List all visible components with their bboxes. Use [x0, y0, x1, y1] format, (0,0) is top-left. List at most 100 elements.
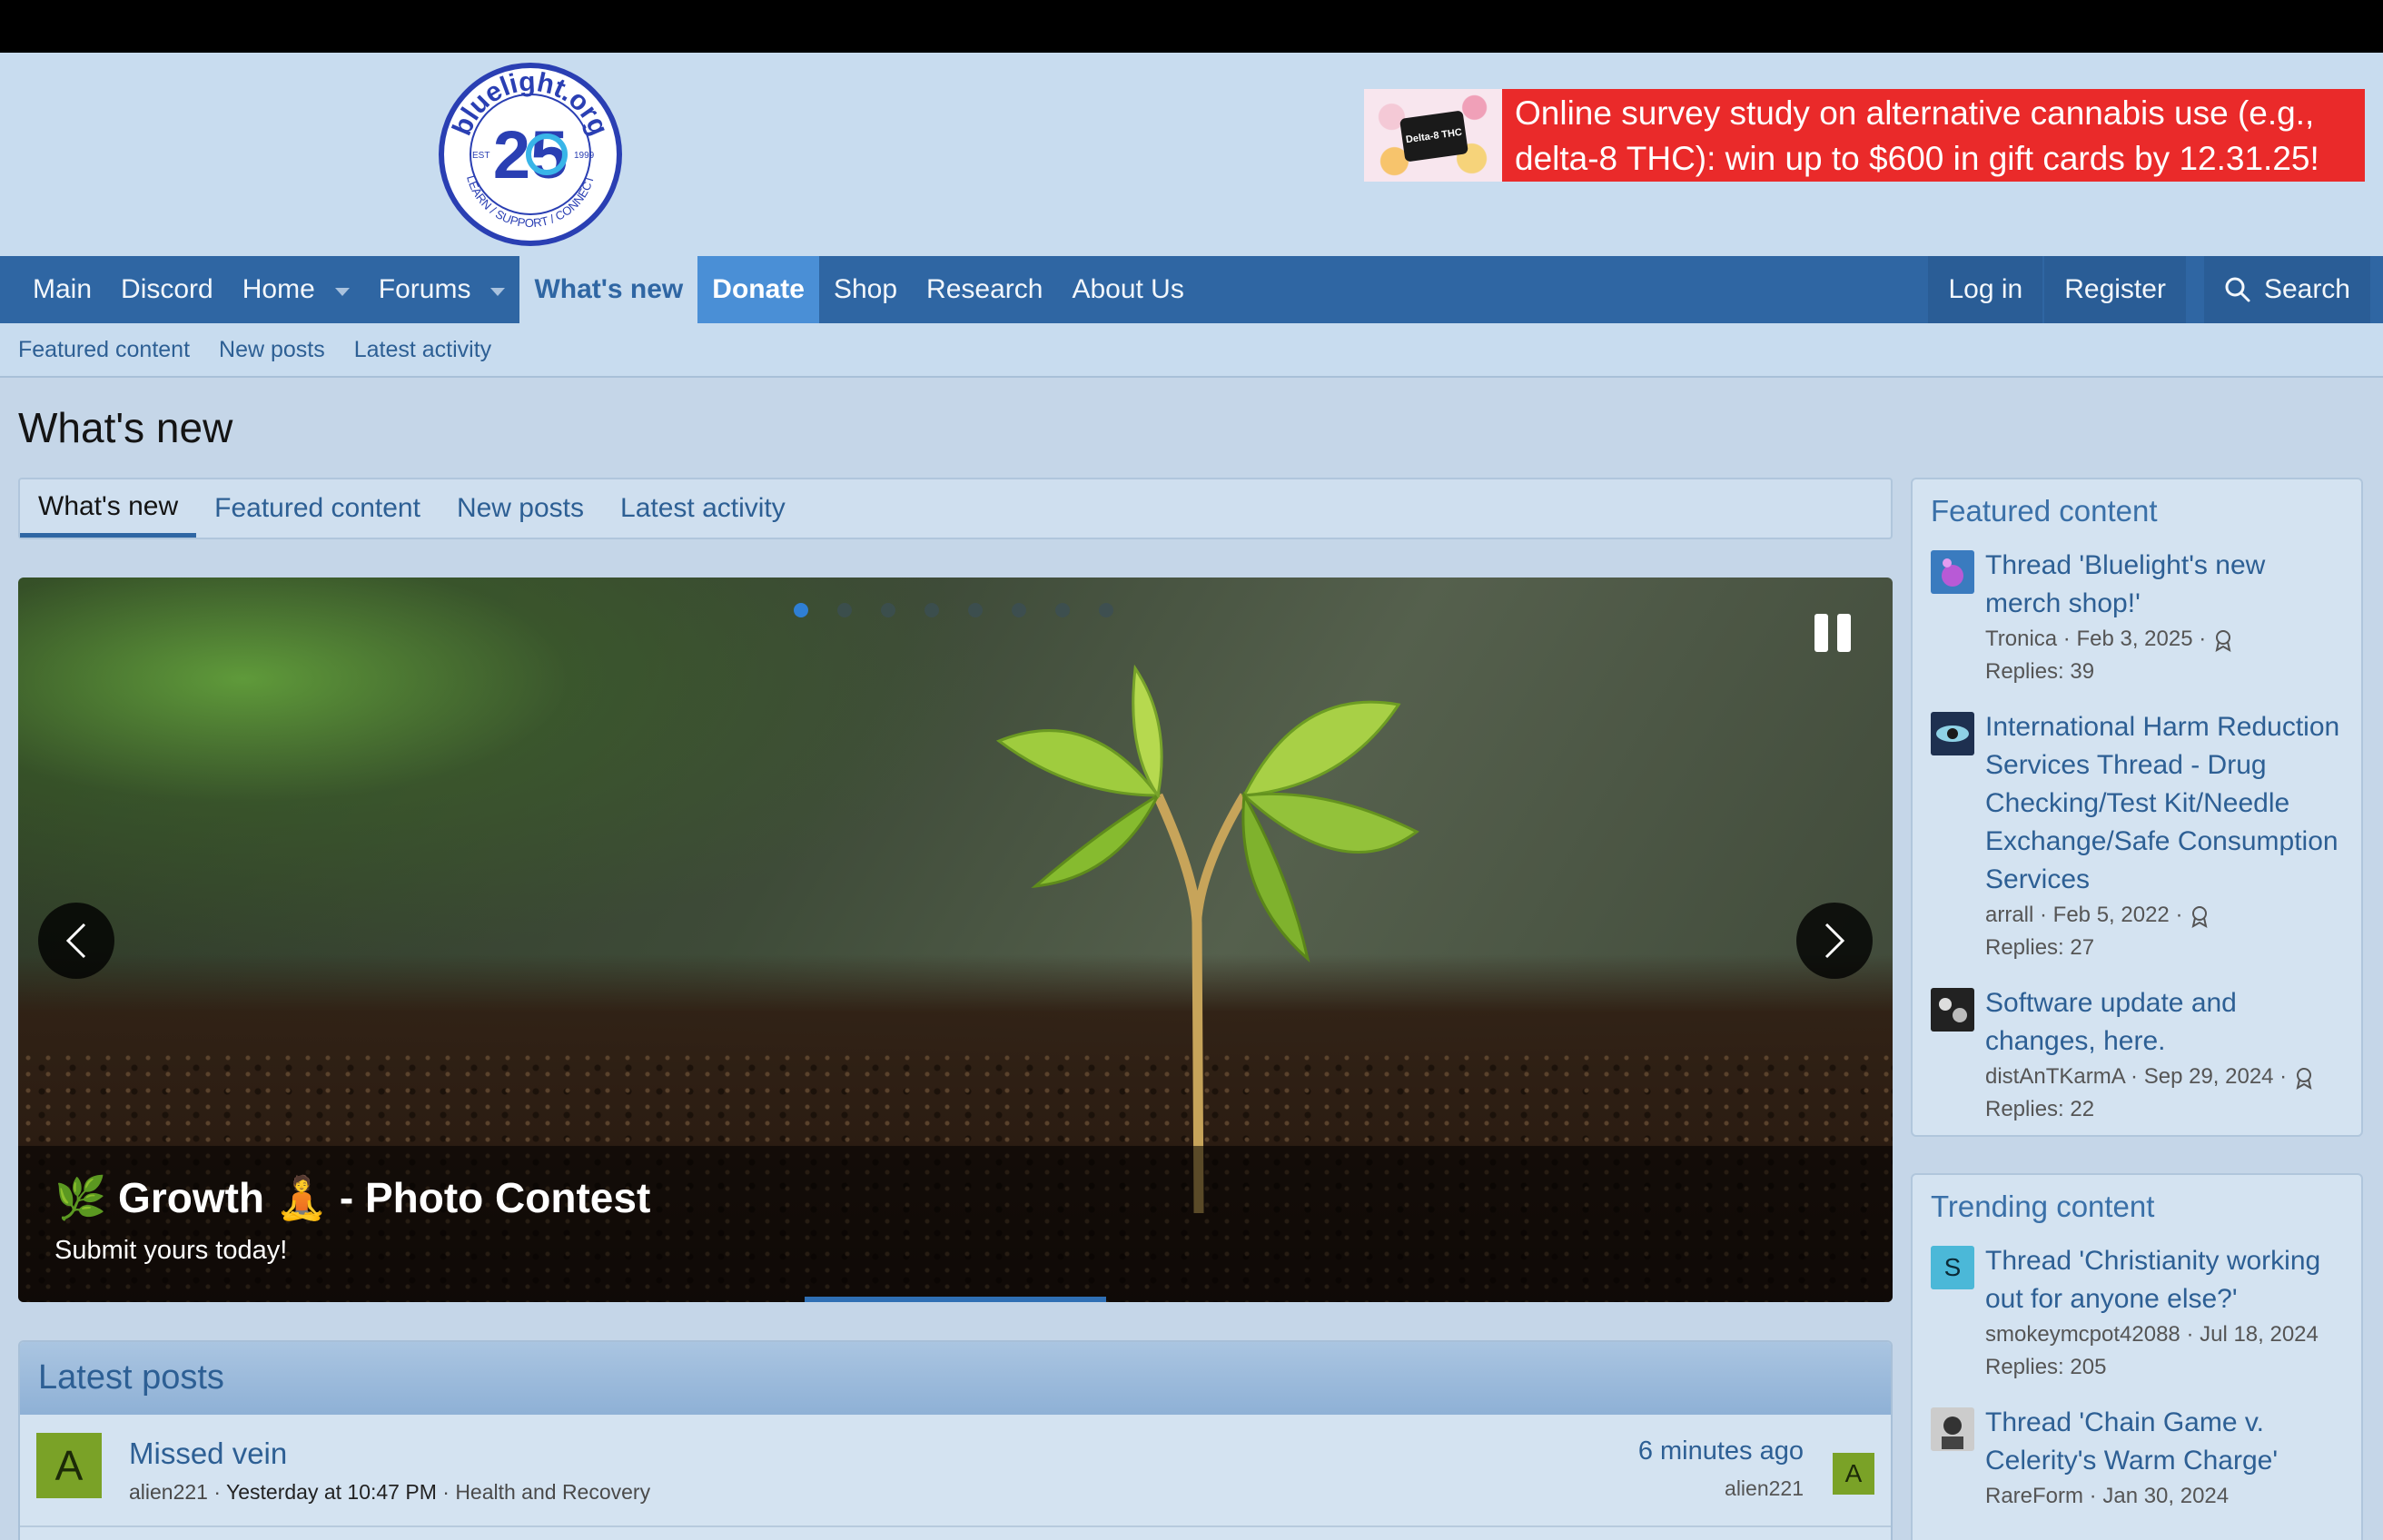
post-date[interactable]: Yesterday at 10:47 PM: [226, 1480, 437, 1504]
featured-meta: arrall · Feb 5, 2022 ·: [1985, 899, 2343, 932]
chevron-right-icon: [1824, 923, 1845, 959]
post-forum[interactable]: Health and Recovery: [455, 1480, 650, 1504]
featured-author[interactable]: Tronica: [1985, 627, 2057, 651]
slide-dot[interactable]: [925, 603, 939, 617]
featured-author[interactable]: distAnTKarmA: [1985, 1064, 2124, 1089]
browser-top-bar: [0, 0, 2383, 53]
nav-about-us[interactable]: About Us: [1057, 256, 1198, 323]
featured-date[interactable]: Feb 5, 2022: [2053, 903, 2170, 927]
sub-nav: Featured content New posts Latest activi…: [0, 323, 2383, 378]
nav-forums[interactable]: Forums: [364, 256, 520, 323]
nav-discord[interactable]: Discord: [106, 256, 228, 323]
pause-icon[interactable]: [1814, 614, 1860, 652]
trending-date[interactable]: Jul 18, 2024: [2200, 1322, 2319, 1347]
featured-heading[interactable]: Featured content: [1931, 494, 2343, 528]
slide-dot[interactable]: [881, 603, 895, 617]
featured-content-block: Featured content Thread 'Bluelight's new…: [1911, 478, 2363, 1137]
list-item: Software update and changes, here. distA…: [1931, 984, 2343, 1126]
slide-dot[interactable]: [794, 603, 808, 617]
nav-donate[interactable]: Donate: [697, 256, 819, 323]
slide-caption[interactable]: 🌿 Growth 🧘 - Photo Contest Submit yours …: [18, 1146, 1893, 1302]
avatar[interactable]: [1931, 712, 1974, 755]
login-button[interactable]: Log in: [1928, 256, 2043, 323]
avatar[interactable]: S: [1931, 1246, 1974, 1289]
award-icon: [2296, 1067, 2312, 1090]
nav-whats-new-label: What's new: [534, 274, 684, 304]
latest-posts-block: Latest posts A Missed vein alien221 · Ye…: [18, 1340, 1893, 1540]
featured-date[interactable]: Sep 29, 2024: [2144, 1064, 2274, 1089]
nav-donate-label: Donate: [712, 274, 805, 304]
featured-title[interactable]: Software update and changes, here.: [1985, 984, 2343, 1061]
nav-research[interactable]: Research: [912, 256, 1057, 323]
slide-next-button[interactable]: [1796, 903, 1873, 979]
post-title[interactable]: Missed vein: [129, 1436, 287, 1471]
slide-prev-button[interactable]: [38, 903, 114, 979]
featured-date[interactable]: Feb 3, 2025: [2076, 627, 2192, 651]
main-nav: Main Discord Home Forums What's new Dona…: [0, 256, 2383, 323]
featured-author[interactable]: arrall: [1985, 903, 2033, 927]
avatar[interactable]: A: [1833, 1453, 1874, 1495]
nav-shop[interactable]: Shop: [819, 256, 912, 323]
ad-thumbnail: Delta-8 THC: [1364, 89, 1502, 182]
subnav-featured-content[interactable]: Featured content: [18, 337, 190, 363]
register-button[interactable]: Register: [2044, 256, 2186, 323]
slide-dot[interactable]: [1055, 603, 1070, 617]
latest-posts-heading[interactable]: Latest posts: [20, 1342, 1891, 1415]
featured-title[interactable]: International Harm Reduction Services Th…: [1985, 708, 2343, 899]
post-meta: alien221 · Yesterday at 10:47 PM · Healt…: [129, 1480, 651, 1504]
nav-forums-label: Forums: [378, 274, 471, 304]
site-logo[interactable]: bluelight.org LEARN / SUPPORT / CONNECT …: [438, 62, 623, 247]
trending-date[interactable]: Jan 30, 2024: [2102, 1484, 2229, 1508]
nav-about-us-label: About Us: [1072, 274, 1184, 304]
trending-title[interactable]: Thread 'Chain Game v. Celerity's Warm Ch…: [1985, 1404, 2343, 1480]
post-author[interactable]: alien221: [129, 1480, 208, 1504]
featured-title[interactable]: Thread 'Bluelight's new merch shop!': [1985, 547, 2343, 623]
list-item: Thread 'Chain Game v. Celerity's Warm Ch…: [1931, 1404, 2343, 1513]
avatar[interactable]: [1931, 1407, 1974, 1451]
post-last-time[interactable]: 6 minutes ago: [1638, 1436, 1804, 1466]
nav-whats-new[interactable]: What's new: [519, 256, 698, 323]
featured-slider[interactable]: 🌿 Growth 🧘 - Photo Contest Submit yours …: [18, 578, 1893, 1302]
subnav-new-posts[interactable]: New posts: [219, 337, 325, 363]
slide-indicators: [794, 603, 1142, 617]
list-item: S Thread 'Christianity working out for a…: [1931, 1242, 2343, 1384]
slide-subtitle: Submit yours today!: [54, 1236, 288, 1265]
award-icon: [2191, 905, 2208, 928]
tab-whats-new[interactable]: What's new: [20, 479, 197, 538]
nav-account: Log in Register Search: [1926, 256, 2370, 323]
nav-main[interactable]: Main: [0, 256, 106, 323]
slide-title[interactable]: 🌿 Growth 🧘 - Photo Contest: [54, 1173, 1856, 1223]
slide-progress-bar: [805, 1297, 1106, 1302]
post-last-user[interactable]: alien221: [1725, 1476, 1804, 1501]
trending-author[interactable]: RareForm: [1985, 1484, 2083, 1508]
slide-dot[interactable]: [1099, 603, 1113, 617]
chevron-down-icon[interactable]: [490, 287, 506, 296]
slide-dot[interactable]: [968, 603, 983, 617]
logo-est: EST: [472, 151, 489, 161]
search-button[interactable]: Search: [2203, 256, 2370, 323]
page-title: What's new: [18, 404, 233, 451]
trending-author[interactable]: smokeymcpot42088: [1985, 1322, 2180, 1347]
nav-home[interactable]: Home: [228, 256, 364, 323]
avatar[interactable]: [1931, 550, 1974, 594]
ad-card-text: Delta-8 THC: [1399, 110, 1468, 163]
tab-featured-content[interactable]: Featured content: [196, 479, 439, 538]
trending-meta: RareForm · Jan 30, 2024: [1985, 1484, 2230, 1508]
slide-dot[interactable]: [837, 603, 852, 617]
nav-research-label: Research: [926, 274, 1043, 304]
award-icon: [2215, 629, 2231, 652]
subnav-latest-activity[interactable]: Latest activity: [354, 337, 491, 363]
ad-banner[interactable]: Delta-8 THC Online survey study on alter…: [1364, 89, 2365, 182]
tab-new-posts[interactable]: New posts: [439, 479, 602, 538]
trending-heading[interactable]: Trending content: [1931, 1190, 2343, 1224]
avatar[interactable]: [1931, 988, 1974, 1032]
featured-replies: Replies: 22: [1985, 1097, 2095, 1121]
slide-dot[interactable]: [1012, 603, 1026, 617]
list-item: A Missed vein alien221 · Yesterday at 10…: [20, 1415, 1891, 1527]
avatar[interactable]: A: [36, 1433, 102, 1498]
site-header: bluelight.org LEARN / SUPPORT / CONNECT …: [0, 53, 2383, 256]
search-label: Search: [2263, 274, 2350, 304]
tab-latest-activity[interactable]: Latest activity: [602, 479, 804, 538]
chevron-down-icon[interactable]: [334, 287, 350, 296]
trending-title[interactable]: Thread 'Christianity working out for any…: [1985, 1242, 2343, 1318]
